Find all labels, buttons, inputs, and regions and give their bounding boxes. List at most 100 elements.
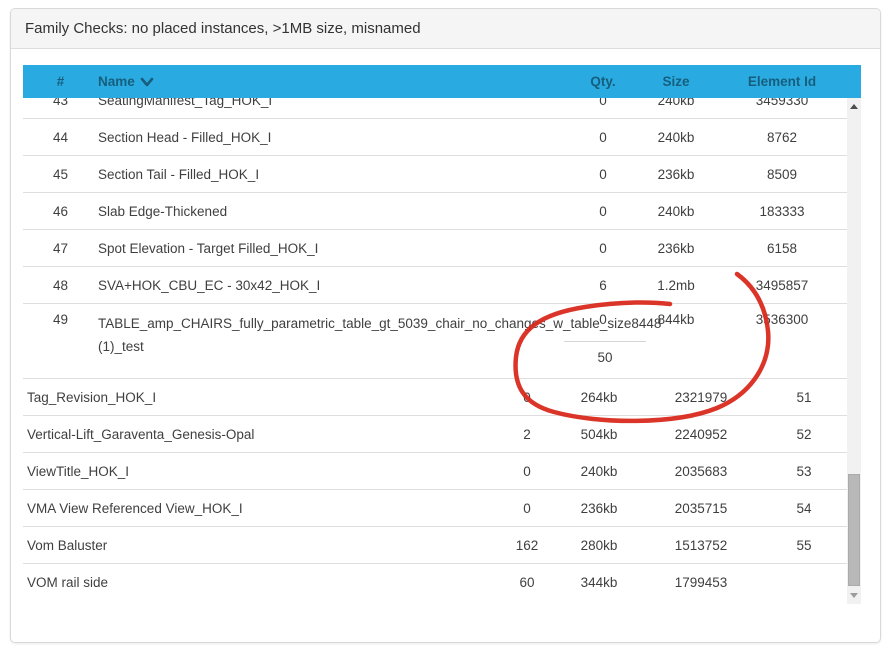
- row-number: 49: [23, 312, 98, 327]
- table-row-misaligned[interactable]: VMA View Referenced View_HOK_I 0 236kb 2…: [23, 490, 847, 527]
- element-id-value: 2035715: [641, 501, 761, 516]
- family-name: Slab Edge-Thickened: [98, 204, 571, 219]
- row-number: 48: [23, 278, 98, 293]
- vertical-scrollbar[interactable]: [847, 98, 861, 604]
- qty-value: 0: [571, 204, 635, 219]
- table-row[interactable]: 44 Section Head - Filled_HOK_I 0 240kb 8…: [23, 119, 847, 156]
- trailing-row-number: 51: [761, 390, 847, 405]
- size-value: 844kb: [635, 312, 717, 327]
- element-id-value: 1513752: [641, 538, 761, 553]
- size-value: 344kb: [557, 575, 641, 590]
- trailing-row-number: 53: [761, 464, 847, 479]
- family-name: Spot Elevation - Target Filled_HOK_I: [98, 241, 571, 256]
- table-header-row: # Name Qty. Size Element Id: [23, 65, 861, 98]
- column-header-num[interactable]: #: [23, 74, 98, 89]
- row-number: 47: [23, 241, 98, 256]
- family-name: Section Tail - Filled_HOK_I: [98, 167, 571, 182]
- family-name: Section Head - Filled_HOK_I: [98, 130, 571, 145]
- row-number: 46: [23, 204, 98, 219]
- row-number: 44: [23, 130, 98, 145]
- scroll-up-button[interactable]: [847, 98, 861, 115]
- family-name: VOM rail side: [23, 575, 497, 590]
- row-number: 43: [23, 98, 98, 108]
- panel-header: Family Checks: no placed instances, >1MB…: [11, 9, 880, 49]
- column-header-size[interactable]: Size: [635, 74, 717, 89]
- size-value: 280kb: [557, 538, 641, 553]
- triangle-down-icon: [850, 593, 858, 598]
- qty-value: 0: [497, 501, 557, 516]
- table-row-misaligned[interactable]: Tag_Revision_HOK_I 0 264kb 2321979 51: [23, 379, 847, 416]
- qty-value: 2: [497, 427, 557, 442]
- qty-value: 0: [571, 130, 635, 145]
- trailing-row-number: 55: [761, 538, 847, 553]
- trailing-row-number: 54: [761, 501, 847, 516]
- family-name: Tag_Revision_HOK_I: [23, 390, 497, 405]
- size-value: 240kb: [635, 130, 717, 145]
- qty-value: 0: [571, 312, 635, 327]
- size-value: 236kb: [557, 501, 641, 516]
- table-row-misaligned[interactable]: ViewTitle_HOK_I 0 240kb 2035683 53: [23, 453, 847, 490]
- element-id-value: 2035683: [641, 464, 761, 479]
- table-body-scroll-area: 43 SeatingManifest_Tag_HOK_I 0 240kb 345…: [23, 98, 861, 604]
- misrendered-row-number-cell: 50: [564, 341, 646, 365]
- table-row-misaligned[interactable]: VOM rail side 60 344kb 1799453: [23, 564, 847, 601]
- element-id-value: 183333: [717, 204, 847, 219]
- qty-value: 60: [497, 575, 557, 590]
- panel-title: Family Checks: no placed instances, >1MB…: [25, 20, 421, 37]
- family-name: SVA+HOK_CBU_EC - 30x42_HOK_I: [98, 278, 571, 293]
- triangle-up-icon: [850, 104, 858, 109]
- size-value: 1.2mb: [635, 278, 717, 293]
- column-header-name-label: Name: [98, 74, 135, 89]
- element-id-value: 2321979: [641, 390, 761, 405]
- size-value: 504kb: [557, 427, 641, 442]
- qty-value: 0: [571, 241, 635, 256]
- rows-misaligned-section: Tag_Revision_HOK_I 0 264kb 2321979 51 Ve…: [23, 379, 847, 601]
- qty-value: 0: [571, 167, 635, 182]
- family-name: Vertical-Lift_Garaventa_Genesis-Opal: [23, 427, 497, 442]
- family-name: ViewTitle_HOK_I: [23, 464, 497, 479]
- page: Family Checks: no placed instances, >1MB…: [0, 0, 891, 651]
- chevron-down-icon: [140, 75, 154, 90]
- family-checks-panel: Family Checks: no placed instances, >1MB…: [10, 8, 881, 643]
- size-value: 236kb: [635, 241, 717, 256]
- qty-value: 0: [571, 98, 635, 108]
- element-id-value: 3459330: [717, 98, 847, 108]
- table-row[interactable]: 48 SVA+HOK_CBU_EC - 30x42_HOK_I 6 1.2mb …: [23, 267, 847, 304]
- table-row[interactable]: 45 Section Tail - Filled_HOK_I 0 236kb 8…: [23, 156, 847, 193]
- element-id-value: 8509: [717, 167, 847, 182]
- scroll-down-button[interactable]: [847, 587, 861, 604]
- panel-body: # Name Qty. Size Element Id: [11, 49, 880, 604]
- family-name: Vom Baluster: [23, 538, 497, 553]
- rows-normal-section: 43 SeatingManifest_Tag_HOK_I 0 240kb 345…: [23, 98, 847, 304]
- table-row-49[interactable]: 49 TABLE_amp_CHAIRS_fully_parametric_tab…: [23, 304, 847, 379]
- table-row-misaligned[interactable]: Vom Baluster 162 280kb 1513752 55: [23, 527, 847, 564]
- element-id-value: 6158: [717, 241, 847, 256]
- trailing-row-number: 52: [761, 427, 847, 442]
- size-value: 240kb: [635, 98, 717, 108]
- size-value: 240kb: [635, 204, 717, 219]
- table-row[interactable]: 43 SeatingManifest_Tag_HOK_I 0 240kb 345…: [23, 98, 847, 119]
- element-id-value: 2240952: [641, 427, 761, 442]
- table-row[interactable]: 46 Slab Edge-Thickened 0 240kb 183333: [23, 193, 847, 230]
- element-id-value: 8762: [717, 130, 847, 145]
- size-value: 236kb: [635, 167, 717, 182]
- size-value: 240kb: [557, 464, 641, 479]
- qty-value: 162: [497, 538, 557, 553]
- element-id-value: 1799453: [641, 575, 761, 590]
- scrollbar-thumb[interactable]: [848, 474, 860, 586]
- column-header-name[interactable]: Name: [98, 73, 571, 90]
- table-row[interactable]: 47 Spot Elevation - Target Filled_HOK_I …: [23, 230, 847, 267]
- column-header-qty[interactable]: Qty.: [571, 74, 635, 89]
- qty-value: 6: [571, 278, 635, 293]
- size-value: 264kb: [557, 390, 641, 405]
- element-id-value: 3495857: [717, 278, 847, 293]
- qty-value: 0: [497, 464, 557, 479]
- family-name: VMA View Referenced View_HOK_I: [23, 501, 497, 516]
- family-name: SeatingManifest_Tag_HOK_I: [98, 98, 571, 108]
- row-number: 45: [23, 167, 98, 182]
- qty-value: 0: [497, 390, 557, 405]
- table-row-misaligned[interactable]: Vertical-Lift_Garaventa_Genesis-Opal 2 5…: [23, 416, 847, 453]
- column-header-element-id[interactable]: Element Id: [717, 74, 847, 89]
- family-table: # Name Qty. Size Element Id: [23, 65, 861, 604]
- element-id-value: 3536300: [717, 312, 847, 327]
